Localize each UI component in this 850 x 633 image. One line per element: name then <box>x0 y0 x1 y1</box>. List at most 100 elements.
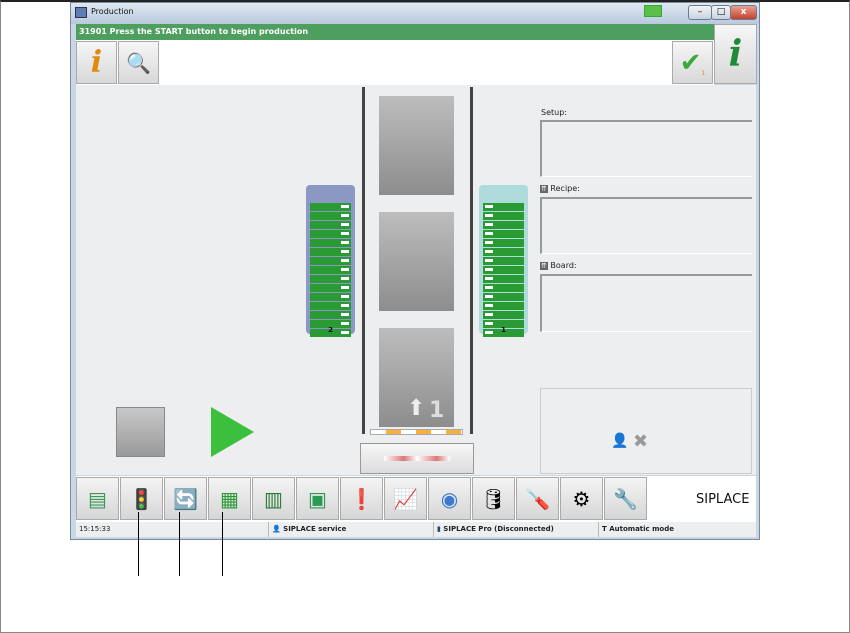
status-service-text: SIPLACE service <box>283 525 347 533</box>
feeder-slot <box>483 230 524 238</box>
feeder-slot <box>310 311 351 319</box>
feeder-slot <box>310 248 351 256</box>
production-tab[interactable]: ▤ <box>76 477 119 520</box>
board-layout-icon: ▣ <box>308 486 327 511</box>
checkmark-icon: ✔ <box>679 47 702 78</box>
stop-button[interactable] <box>116 407 165 457</box>
board-header: ⇈ Board: <box>540 261 577 270</box>
start-button[interactable] <box>211 407 254 457</box>
mode-icon: T <box>602 525 607 533</box>
conveyor-icon <box>384 456 450 461</box>
close-button[interactable]: x <box>730 5 757 20</box>
feeder-slot <box>310 275 351 283</box>
magnifier-icon: 🔍 <box>126 50 151 75</box>
info-icon: i <box>90 45 103 80</box>
feeder-slot <box>310 212 351 220</box>
feeder-slot <box>310 203 351 211</box>
oil-tab[interactable]: 🛢 <box>472 477 515 520</box>
bar-chart-icon: ▥ <box>264 486 283 511</box>
brand-label: SIPLACE <box>696 492 750 507</box>
minimize-button[interactable]: – <box>688 5 712 20</box>
feeder-slot <box>310 266 351 274</box>
status-bar: 15:15:33 👤 SIPLACE service ▮ SIPLACE Pro… <box>76 522 756 537</box>
recipe-icon: ⇈ <box>540 185 548 193</box>
status-pro-text: SIPLACE Pro (Disconnected) <box>443 525 554 533</box>
status-mode-text: Automatic mode <box>609 525 674 533</box>
feeder-slot <box>310 221 351 229</box>
feeder-right[interactable]: 1 <box>479 185 528 337</box>
feeder-slot <box>483 302 524 310</box>
search-button[interactable]: 🔍 <box>118 41 159 84</box>
line-chart-icon: 📈 <box>393 486 418 511</box>
board-slot-2 <box>379 212 454 311</box>
feeder-slot <box>483 284 524 292</box>
feeder-slot <box>483 266 524 274</box>
top-toolbar: i 🔍 ✔ 1 <box>76 40 714 85</box>
setup-label: Setup: <box>541 108 567 117</box>
feeder-grid-tab[interactable]: ▦ <box>208 477 251 520</box>
board-indicator: 1 <box>429 398 445 423</box>
feeder-slot <box>310 257 351 265</box>
feeder-left-label: 2 <box>328 326 333 334</box>
callout-line-2 <box>179 512 180 576</box>
status-edit-tab[interactable]: 🚦 <box>120 477 163 520</box>
feeder-slot <box>310 239 351 247</box>
conveyor-stripe <box>370 429 463 435</box>
camera-tab[interactable]: ◉ <box>428 477 471 520</box>
feeder-slot <box>310 293 351 301</box>
status-pro: ▮ SIPLACE Pro (Disconnected) <box>433 522 598 537</box>
statistics-tab[interactable]: ▥ <box>252 477 295 520</box>
disconnected-icon: ✖ <box>633 431 649 452</box>
info-button[interactable]: i <box>76 41 117 84</box>
maximize-button[interactable]: □ <box>711 5 731 20</box>
oil-can-icon: 🛢 <box>480 486 507 511</box>
window-title: Production <box>91 7 134 16</box>
feeder-slot <box>310 230 351 238</box>
feeder-slot <box>483 212 524 220</box>
server-icon: ▮ <box>437 525 441 533</box>
hand-gear-icon: ⚙ <box>572 486 591 511</box>
feeder-slot <box>483 257 524 265</box>
callout-line-1 <box>138 512 139 576</box>
status-reset-tab[interactable]: 🔄 <box>164 477 207 520</box>
status-mode: T Automatic mode <box>598 522 756 537</box>
feeder-slot <box>483 203 524 211</box>
conveyor-rail-left <box>362 87 365 434</box>
title-bar: Production – □ x <box>71 3 759 24</box>
tools-tab[interactable]: 🪛 <box>516 477 559 520</box>
help-info-button[interactable]: i <box>714 24 757 84</box>
manual-settings-tab[interactable]: ⚙ <box>560 477 603 520</box>
feeder-slot <box>483 239 524 247</box>
board-layout-tab[interactable]: ▣ <box>296 477 339 520</box>
board-slot-1 <box>379 96 454 195</box>
feeder-slot <box>483 311 524 319</box>
feeder-slot <box>483 293 524 301</box>
acknowledge-button[interactable]: ✔ 1 <box>672 41 713 84</box>
message-bar: 31901 Press the START button to begin pr… <box>76 24 714 40</box>
app-icon <box>75 7 87 18</box>
recipe-header: ⇈ Recipe: <box>540 184 580 193</box>
info-icon: i <box>728 33 743 75</box>
messages-tab[interactable]: ❗ <box>340 477 383 520</box>
tray-icon[interactable] <box>644 5 662 17</box>
production-area: 2 ⬆ 1 1 Setup: ⇈ Recipe: ⇈ Board: 👤 ✖ <box>76 85 756 475</box>
board-slot-3: ⬆ 1 <box>379 328 454 427</box>
bottom-toolbar: ▤ 🚦 🔄 ▦ ▥ ▣ ❗ 📈 ◉ 🛢 🪛 ⚙ 🔧 SIPLACE <box>76 476 756 522</box>
operator-icon: 👤 <box>611 433 629 449</box>
feeder-slot <box>310 284 351 292</box>
feeder-left[interactable]: 2 <box>306 185 355 337</box>
status-service: 👤 SIPLACE service <box>268 522 433 537</box>
feeder-slot <box>483 221 524 229</box>
board-box <box>540 274 752 332</box>
trend-tab[interactable]: 📈 <box>384 477 427 520</box>
transport-button[interactable] <box>360 443 474 474</box>
traffic-light-refresh-icon: 🔄 <box>173 486 198 511</box>
warning-cards-icon: ❗ <box>349 486 374 511</box>
connection-panel: 👤 ✖ <box>540 388 752 474</box>
callout-line-3 <box>222 512 223 576</box>
conveyor-rail-right <box>470 87 473 434</box>
service-tab[interactable]: 🔧 <box>604 477 647 520</box>
setup-box <box>540 120 752 177</box>
feeder-slot <box>483 275 524 283</box>
recipe-label: Recipe: <box>550 184 580 193</box>
